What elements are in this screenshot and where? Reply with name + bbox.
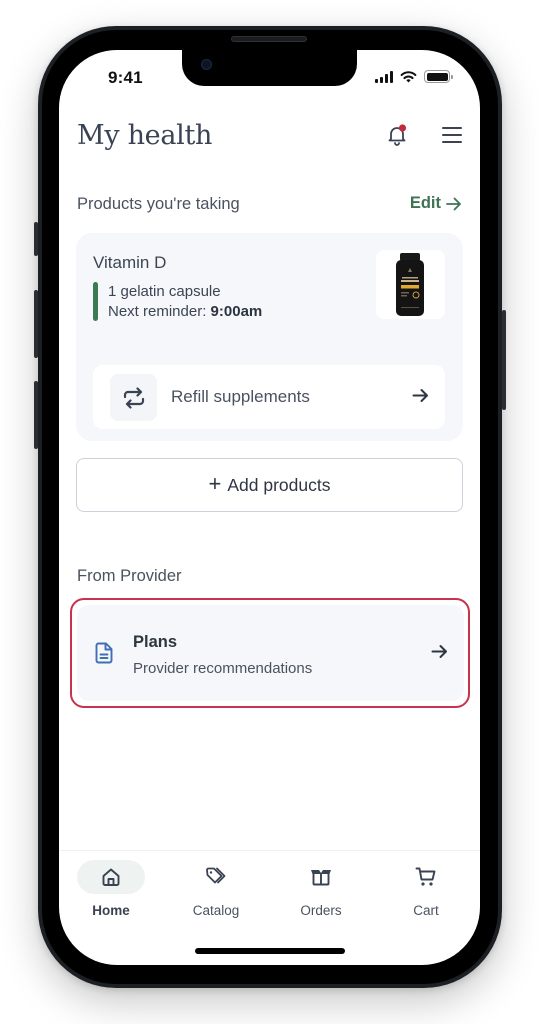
- page-title: My health: [77, 120, 213, 151]
- volume-down-button: [34, 381, 38, 449]
- dose-indicator-bar: [93, 282, 98, 321]
- product-image: [376, 250, 445, 319]
- notification-dot: [398, 124, 407, 132]
- power-button: [502, 310, 506, 410]
- status-icons: [375, 70, 453, 83]
- supplement-bottle-image: [396, 253, 424, 316]
- tab-orders-icon-pill: [287, 860, 355, 894]
- tag-icon: [206, 867, 226, 884]
- cart-icon: [415, 867, 436, 886]
- earpiece-speaker: [231, 36, 307, 42]
- tab-bar-divider: [59, 850, 480, 851]
- products-section-label: Products you're taking: [77, 195, 240, 213]
- provider-section-label: From Provider: [77, 567, 182, 585]
- reminder-label: Next reminder:: [108, 303, 207, 320]
- arrow-right-icon: [412, 389, 428, 402]
- plus-icon: +: [208, 471, 222, 496]
- plans-card[interactable]: Plans Provider recommendations: [77, 605, 464, 701]
- box-icon: [311, 870, 331, 886]
- tab-home-icon-pill: [77, 860, 145, 894]
- edit-label: Edit: [409, 194, 441, 212]
- next-reminder: Next reminder: 9:00am: [108, 303, 262, 320]
- refill-supplements-button[interactable]: Refill supplements: [93, 365, 445, 429]
- product-name: Vitamin D: [93, 253, 167, 272]
- wifi-icon: [400, 71, 417, 83]
- hamburger-menu-icon[interactable]: [441, 125, 463, 145]
- home-indicator[interactable]: [195, 948, 345, 954]
- tab-catalog[interactable]: Catalog: [164, 860, 268, 920]
- tab-home-label: Home: [92, 903, 130, 918]
- arrow-right-icon: [446, 197, 461, 210]
- add-products-label: Add products: [227, 474, 331, 495]
- cellular-signal-icon: [375, 70, 393, 83]
- silent-switch: [34, 222, 38, 256]
- refill-arrows-icon: [123, 386, 144, 409]
- product-card[interactable]: Vitamin D 1 gelatin capsule Next reminde…: [76, 233, 463, 441]
- add-products-button[interactable]: + Add products: [76, 458, 463, 512]
- tab-cart[interactable]: Cart: [374, 860, 478, 920]
- plans-title: Plans: [133, 633, 178, 651]
- tab-home[interactable]: Home: [59, 860, 163, 920]
- battery-icon: [424, 70, 453, 83]
- home-icon: [102, 868, 120, 886]
- product-dose: 1 gelatin capsule: [108, 283, 221, 300]
- volume-up-button: [34, 290, 38, 358]
- bell-icon[interactable]: [385, 123, 409, 147]
- tab-cart-label: Cart: [413, 903, 439, 918]
- tab-orders[interactable]: Orders: [269, 860, 373, 920]
- tab-catalog-icon-pill: [182, 860, 250, 894]
- tab-catalog-label: Catalog: [192, 903, 240, 918]
- front-camera: [201, 59, 212, 70]
- tab-cart-icon-pill: [392, 860, 460, 894]
- edit-products-link[interactable]: Edit: [410, 194, 462, 213]
- status-time: 9:41: [108, 68, 143, 87]
- tab-orders-label: Orders: [300, 903, 342, 918]
- refill-label: Refill supplements: [171, 387, 310, 406]
- document-icon: [95, 642, 113, 664]
- reminder-time: 9:00am: [210, 303, 263, 320]
- arrow-right-icon: [431, 645, 447, 658]
- plans-subtitle: Provider recommendations: [133, 660, 313, 677]
- refill-icon-box: [110, 374, 157, 421]
- app-screen: 9:41 My health Products you're taking Ed…: [59, 50, 480, 965]
- battery-fill: [426, 72, 448, 81]
